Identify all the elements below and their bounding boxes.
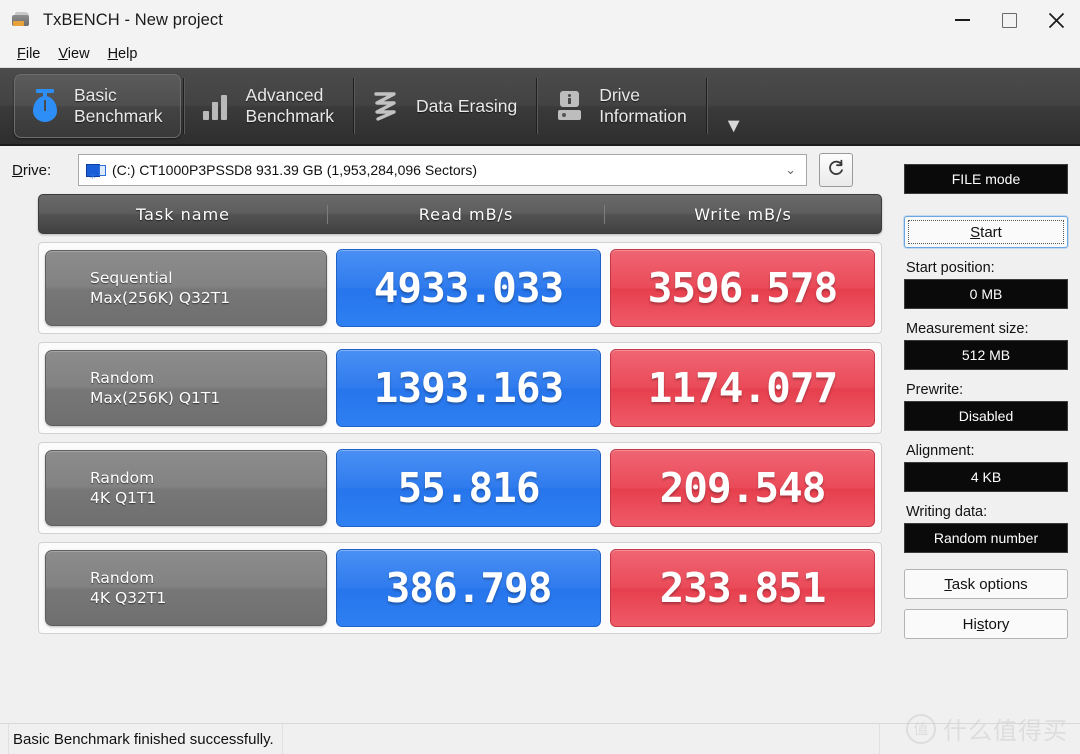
window-controls — [939, 0, 1080, 40]
write-value-cell: 233.851 — [610, 549, 875, 627]
task-name-line1: Random — [90, 468, 326, 488]
prewrite-value[interactable]: Disabled — [904, 401, 1068, 431]
task-name-line2: Max(256K) Q1T1 — [90, 388, 326, 408]
drive-select[interactable]: ✳ (C:) CT1000P3PSSD8 931.39 GB (1,953,28… — [78, 154, 807, 186]
settings-panel: FILE mode Start Start position: 0 MB Mea… — [898, 146, 1080, 723]
table-row[interactable]: Random Max(256K) Q1T1 1393.163 1174.077 — [38, 342, 882, 434]
write-value-cell: 1174.077 — [610, 349, 875, 427]
start-position-value[interactable]: 0 MB — [904, 279, 1068, 309]
tab-data-erasing-label: Data Erasing — [416, 96, 517, 117]
menu-file-label: ile — [26, 46, 41, 62]
zigzag-erase-icon — [370, 88, 404, 124]
tab-basic-benchmark[interactable]: Basic Benchmark — [14, 74, 181, 138]
drive-selected-value: (C:) CT1000P3PSSD8 931.39 GB (1,953,284,… — [112, 162, 777, 178]
status-message: Basic Benchmark finished successfully. — [9, 731, 274, 748]
txbench-window: TxBENCH - New project File View Help Bas… — [0, 0, 1080, 754]
close-icon — [1048, 12, 1065, 29]
start-button[interactable]: Start — [904, 216, 1068, 248]
content-area: Drive: ✳ (C:) CT1000P3PSSD8 931.39 GB (1… — [0, 146, 1080, 723]
maximize-icon — [1002, 13, 1017, 28]
start-position-label: Start position: — [906, 260, 1068, 276]
history-button[interactable]: History — [904, 609, 1068, 639]
column-header-read: Read mB/s — [327, 205, 604, 224]
drive-label: Drive: — [12, 162, 68, 179]
table-row[interactable]: Random 4K Q32T1 386.798 233.851 — [38, 542, 882, 634]
table-row[interactable]: Random 4K Q1T1 55.816 209.548 — [38, 442, 882, 534]
tab-advanced-benchmark-label: Advanced Benchmark — [246, 85, 335, 127]
writing-data-label: Writing data: — [906, 504, 1068, 520]
minimize-icon — [955, 19, 970, 21]
stopwatch-icon — [28, 88, 62, 124]
task-name-line1: Random — [90, 568, 326, 588]
bar-chart-icon — [200, 88, 234, 124]
measurement-size-value[interactable]: 512 MB — [904, 340, 1068, 370]
tab-basic-benchmark-label: Basic Benchmark — [74, 85, 163, 127]
menu-file[interactable]: File — [8, 44, 49, 64]
task-name-cell[interactable]: Sequential Max(256K) Q32T1 — [45, 250, 327, 326]
results-table-header: Task name Read mB/s Write mB/s — [38, 194, 882, 234]
menu-help-label: elp — [118, 46, 137, 62]
drive-icon: ✳ — [86, 163, 104, 178]
task-name-cell[interactable]: Random Max(256K) Q1T1 — [45, 350, 327, 426]
drive-app-icon — [11, 10, 33, 30]
tab-drive-information-label: Drive Information — [599, 85, 687, 127]
task-name-line1: Sequential — [90, 268, 326, 288]
task-name-line2: 4K Q1T1 — [90, 488, 326, 508]
refresh-icon — [826, 158, 846, 183]
writing-data-value[interactable]: Random number — [904, 523, 1068, 553]
write-value-cell: 3596.578 — [610, 249, 875, 327]
benchmark-pane: Drive: ✳ (C:) CT1000P3PSSD8 931.39 GB (1… — [0, 146, 898, 723]
column-header-write: Write mB/s — [604, 205, 881, 224]
file-mode-button[interactable]: FILE mode — [904, 164, 1068, 194]
focus-outline — [908, 220, 1064, 244]
alignment-label: Alignment: — [906, 443, 1068, 459]
read-value-cell: 386.798 — [336, 549, 601, 627]
read-value-cell: 1393.163 — [336, 349, 601, 427]
task-name-line1: Random — [90, 368, 326, 388]
minimize-button[interactable] — [939, 0, 986, 40]
toolbar-divider — [353, 78, 355, 134]
menu-bar: File View Help — [0, 41, 1080, 68]
table-row[interactable]: Sequential Max(256K) Q32T1 4933.033 3596… — [38, 242, 882, 334]
menu-view[interactable]: View — [49, 44, 98, 64]
task-name-line2: Max(256K) Q32T1 — [90, 288, 326, 308]
read-value-cell: 55.816 — [336, 449, 601, 527]
status-segment-left — [0, 724, 9, 754]
task-options-label: Task options — [944, 576, 1027, 593]
close-button[interactable] — [1033, 0, 1080, 40]
refresh-drives-button[interactable] — [819, 153, 853, 187]
window-title: TxBENCH - New project — [43, 11, 939, 30]
toolbar-divider — [183, 78, 185, 134]
menu-help[interactable]: Help — [99, 44, 147, 64]
chevron-down-icon[interactable]: ⌄ — [785, 162, 802, 178]
prewrite-label: Prewrite: — [906, 382, 1068, 398]
maximize-button[interactable] — [986, 0, 1033, 40]
status-segment-middle — [282, 724, 879, 754]
task-options-button[interactable]: Task options — [904, 569, 1068, 599]
history-label: History — [963, 616, 1010, 633]
main-toolbar: Basic Benchmark Advanced Benchmark Data … — [0, 68, 1080, 146]
task-name-line2: 4K Q32T1 — [90, 588, 326, 608]
tab-data-erasing[interactable]: Data Erasing — [357, 75, 534, 137]
write-value-cell: 209.548 — [610, 449, 875, 527]
drive-selector-row: Drive: ✳ (C:) CT1000P3PSSD8 931.39 GB (1… — [0, 146, 898, 194]
task-name-cell[interactable]: Random 4K Q1T1 — [45, 450, 327, 526]
tab-advanced-benchmark[interactable]: Advanced Benchmark — [187, 75, 352, 137]
column-header-task-name: Task name — [39, 205, 327, 224]
toolbar-divider — [536, 78, 538, 134]
status-segment-right — [879, 724, 1080, 754]
task-name-cell[interactable]: Random 4K Q32T1 — [45, 550, 327, 626]
read-value-cell: 4933.033 — [336, 249, 601, 327]
alignment-value[interactable]: 4 KB — [904, 462, 1068, 492]
measurement-size-label: Measurement size: — [906, 321, 1068, 337]
title-bar: TxBENCH - New project — [0, 0, 1080, 41]
chevron-down-icon[interactable]: ▼ — [724, 116, 744, 136]
menu-view-label: iew — [68, 46, 90, 62]
tab-drive-information[interactable]: Drive Information — [540, 75, 704, 137]
toolbar-divider — [706, 78, 708, 134]
results-table: Task name Read mB/s Write mB/s Sequentia… — [38, 194, 882, 723]
drive-info-icon — [553, 88, 587, 124]
status-bar: Basic Benchmark finished successfully. — [0, 723, 1080, 754]
